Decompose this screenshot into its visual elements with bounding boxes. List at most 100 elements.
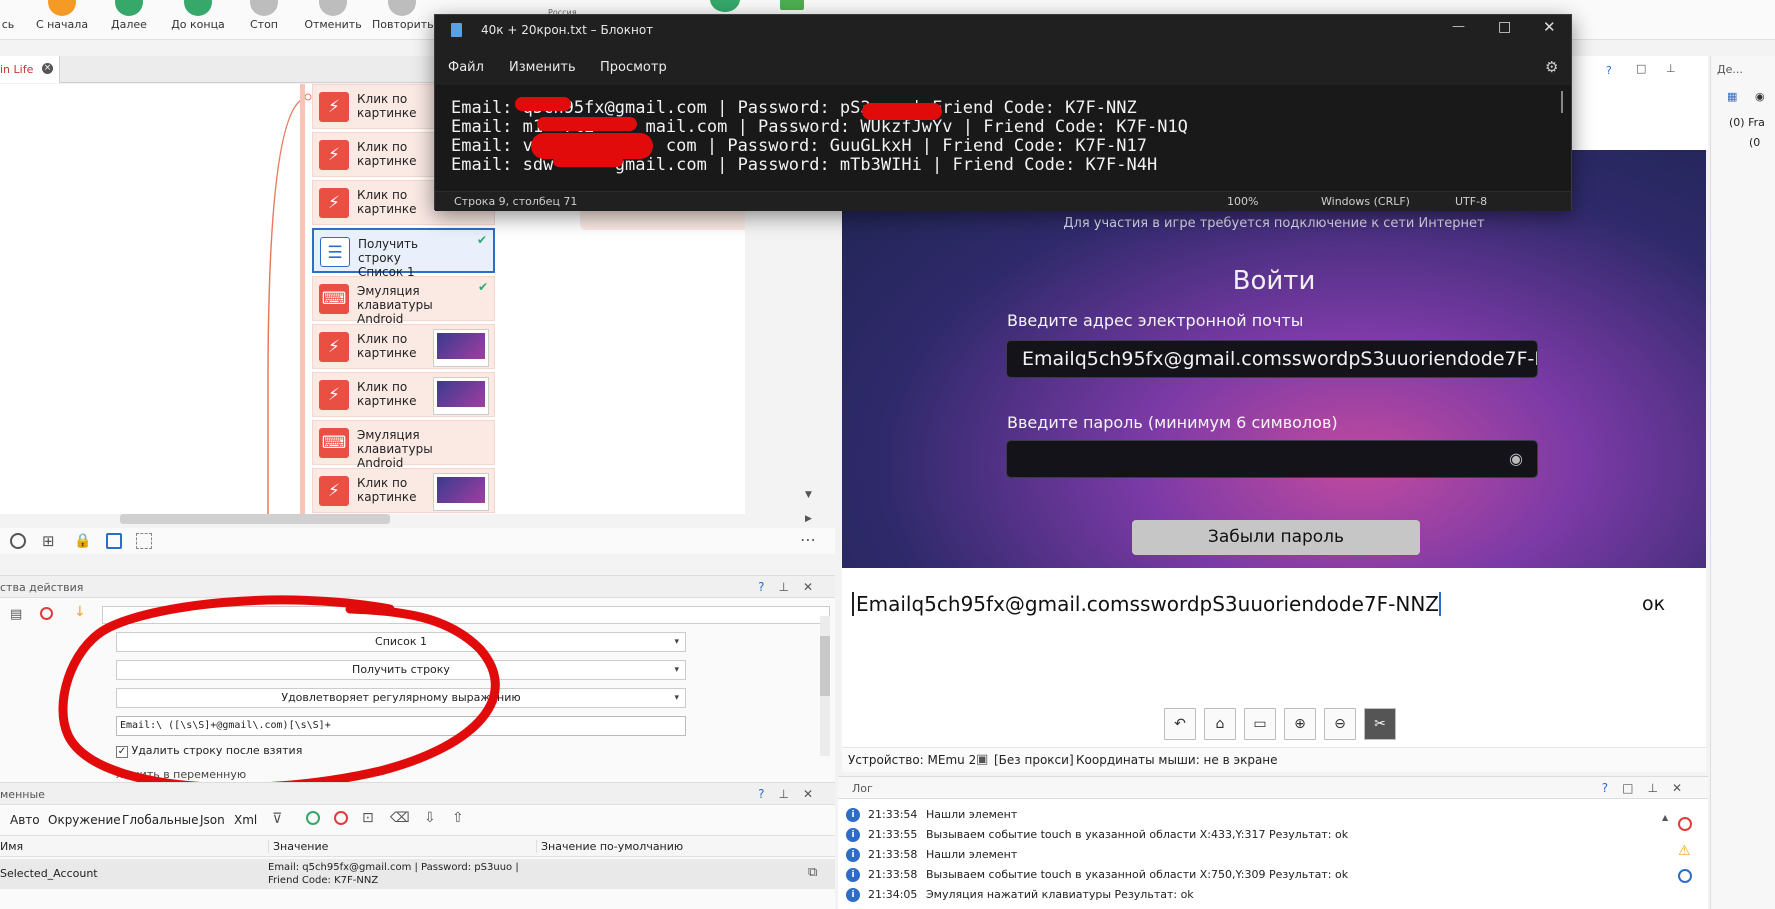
table-row[interactable]: Selected_Account Email: q5ch95fx@gmail.c… <box>0 859 835 889</box>
canvas-block[interactable]: ⚡ Клик по картинке <box>312 468 495 513</box>
close-icon[interactable]: ✕ <box>803 580 827 594</box>
user-icon[interactable] <box>10 533 26 549</box>
zoom-in-icon[interactable]: ⊕ <box>1284 708 1316 740</box>
restart-button[interactable]: С начала <box>34 0 90 31</box>
maximize-icon[interactable]: □ <box>1498 19 1511 35</box>
eye-icon[interactable]: ◉ <box>1509 449 1523 468</box>
proxy-label[interactable]: [Без прокси] <box>994 753 1074 767</box>
toolbar-button-cut[interactable]: сь <box>0 0 18 31</box>
tab-xml[interactable]: Xml <box>234 813 257 827</box>
warning-filter-icon[interactable]: ⚠ <box>1678 843 1691 859</box>
screenshot-icon[interactable]: ✂ <box>1364 708 1396 740</box>
log-entry[interactable]: i 21:33:54 Нашли элемент <box>838 805 1658 825</box>
menu-view[interactable]: Просмотр <box>600 60 667 75</box>
more-icon[interactable]: ⋯ <box>800 530 816 549</box>
right-side-panel: Де... ▦ ◉ (0) Fra (0 <box>1710 56 1775 909</box>
canvas-block[interactable]: ☰ Получить строку Список 1 ✔ <box>312 228 495 279</box>
canvas-hscrollbar[interactable] <box>120 514 390 524</box>
undo-button[interactable]: Отменить <box>304 0 362 31</box>
copy-icon[interactable]: ⧉ <box>808 865 817 880</box>
eye-icon[interactable]: ◉ <box>1755 90 1765 103</box>
maximize-icon[interactable]: □ <box>1636 62 1646 75</box>
move-up-icon[interactable]: ⇧ <box>452 810 464 826</box>
notepad-titlebar[interactable]: 40к + 20крон.txt – Блокнот — □ ✕ <box>435 15 1571 47</box>
back-icon[interactable]: ↶ <box>1164 708 1196 740</box>
scroll-right-icon[interactable]: ▶ <box>805 514 812 524</box>
help-icon[interactable]: ? <box>1606 64 1612 77</box>
next-button[interactable]: Далее <box>104 0 154 31</box>
app-icon[interactable] <box>710 0 740 12</box>
scroll-down-icon[interactable]: ▼ <box>805 490 812 500</box>
remove-variable-icon[interactable] <box>334 811 348 825</box>
email-field[interactable]: Emailq5ch95fx@gmail.comsswordpS3uuoriend… <box>1006 340 1538 378</box>
notepad-window[interactable]: 40к + 20крон.txt – Блокнот — □ ✕ Файл Из… <box>434 14 1572 211</box>
tab-environment[interactable]: Окружение <box>48 813 121 827</box>
pin-icon[interactable]: ⊥ <box>1666 62 1676 75</box>
network-notice: Для участия в игре требуется подключение… <box>1063 216 1485 231</box>
help-icon[interactable]: ? <box>758 580 778 594</box>
add-block-icon[interactable] <box>136 533 152 549</box>
notes-icon[interactable]: ▤ <box>10 607 22 622</box>
log-entry[interactable]: i 21:33:55 Вызываем событие touch в указан… <box>838 825 1658 845</box>
filter-icon[interactable]: ⊽ <box>272 811 282 827</box>
help-icon[interactable]: ? <box>758 787 778 801</box>
add-variable-icon[interactable] <box>306 811 320 825</box>
minimize-icon[interactable]: — <box>1452 19 1465 34</box>
keyboard-icon: ⌨ <box>319 284 349 314</box>
list-icon[interactable] <box>106 533 122 549</box>
tab-project[interactable]: in Life × <box>0 56 60 83</box>
home-icon[interactable]: ⌂ <box>1204 708 1236 740</box>
recent-apps-icon[interactable]: ▭ <box>1244 708 1276 740</box>
emulator-screen[interactable]: Для участия в игре требуется подключение… <box>842 150 1706 568</box>
column-name[interactable]: Имя <box>0 840 23 853</box>
scroll-up-icon[interactable]: ▲ <box>1662 813 1668 822</box>
android-icon[interactable] <box>780 0 804 10</box>
lock-icon[interactable]: 🔒 <box>74 533 91 549</box>
move-down-icon[interactable]: ⇩ <box>424 810 436 826</box>
tree-item[interactable]: (0 <box>1749 136 1760 149</box>
tab-project-label: in Life <box>0 63 34 76</box>
canvas-block[interactable]: ⌨ Эмуляция клавиатуры Android ✔ <box>312 276 495 326</box>
ime-ok-button[interactable]: ок <box>1642 593 1665 615</box>
maximize-icon[interactable]: □ <box>1622 781 1647 795</box>
notepad-app-icon <box>451 23 462 37</box>
info-filter-icon[interactable] <box>1678 869 1692 883</box>
ime-text-input[interactable]: Emailq5ch95fx@gmail.comsswordpS3uuoriend… <box>852 592 1441 616</box>
redo-button[interactable]: Повторить <box>372 0 434 31</box>
props-scrollbar[interactable] <box>820 616 830 756</box>
column-default[interactable]: Значение по-умолчанию <box>536 840 683 853</box>
help-icon[interactable]: ? <box>1602 781 1622 795</box>
rename-icon[interactable]: ⊡ <box>362 810 374 826</box>
close-icon[interactable]: ✕ <box>803 787 827 801</box>
log-entry[interactable]: i 21:33:58 Нашли элемент <box>838 845 1658 865</box>
tab-global[interactable]: Глобальные <box>122 813 199 827</box>
canvas-block[interactable]: ⚡ Клик по картинке <box>312 324 495 369</box>
pin-icon[interactable]: ⊥ <box>778 787 802 801</box>
log-entry[interactable]: i 21:33:58 Вызываем событие touch в указан… <box>838 865 1658 885</box>
close-icon[interactable]: ✕ <box>1543 18 1556 36</box>
menu-file[interactable]: Файл <box>448 60 484 75</box>
zoom-out-icon[interactable]: ⊖ <box>1324 708 1356 740</box>
stop-button[interactable]: Стоп <box>244 0 284 31</box>
tab-json[interactable]: Json <box>200 813 225 827</box>
log-entry[interactable]: i 21:34:05 Эмуляция нажатий клавиатуры Рез… <box>838 885 1658 905</box>
tab-auto[interactable]: Авто <box>10 813 40 827</box>
menu-edit[interactable]: Изменить <box>509 60 576 75</box>
grid-icon[interactable]: ⊞ <box>42 533 55 549</box>
error-filter-icon[interactable] <box>1678 817 1692 831</box>
password-field[interactable]: ◉ <box>1006 440 1538 478</box>
pin-icon[interactable]: ⊥ <box>778 580 802 594</box>
clear-icon[interactable]: ⌫ <box>390 810 410 826</box>
notepad-scrollbar[interactable] <box>1561 91 1563 113</box>
tree-item[interactable]: (0) Fra <box>1729 116 1765 129</box>
forgot-password-button[interactable]: Забыли пароль <box>1132 520 1420 555</box>
canvas-block[interactable]: ⌨ Эмуляция клавиатуры Android <box>312 420 495 470</box>
canvas-block[interactable]: ⚡ Клик по картинке <box>312 372 495 417</box>
tree-icon[interactable]: ▦ <box>1727 90 1737 103</box>
column-value[interactable]: Значение <box>268 840 328 853</box>
run-to-end-button[interactable]: До конца <box>168 0 228 31</box>
pin-icon[interactable]: ⊥ <box>1647 781 1671 795</box>
close-icon[interactable]: ✕ <box>1672 781 1696 795</box>
gear-icon[interactable]: ⚙ <box>1545 58 1558 76</box>
close-icon[interactable]: × <box>42 63 53 74</box>
